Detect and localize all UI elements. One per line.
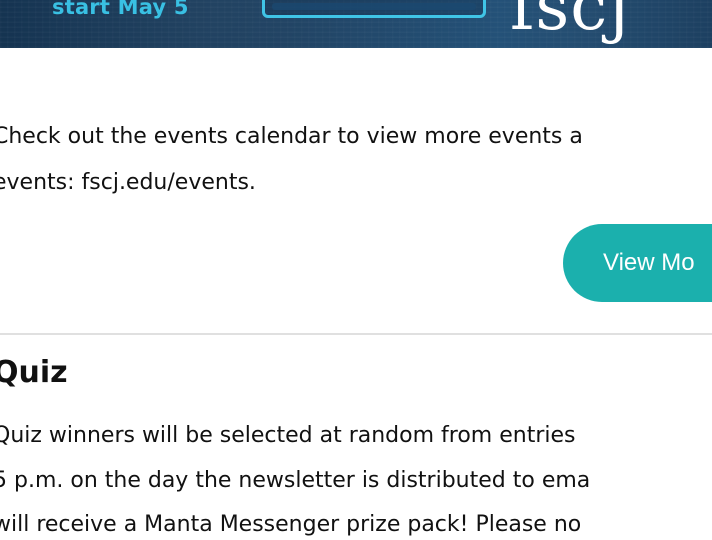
fscj-logo: fscj <box>510 0 630 45</box>
banner-cta-button[interactable] <box>262 0 486 18</box>
quiz-heading: Quiz <box>0 355 68 390</box>
promo-banner[interactable]: start May 5 fscj <box>0 0 712 48</box>
banner-date-text: start May 5 <box>52 0 189 19</box>
events-line: Check out the events calendar to view mo… <box>0 124 583 149</box>
section-divider <box>0 333 712 335</box>
newsletter-page: start May 5 fscj Check out the events ca… <box>0 0 712 540</box>
events-line: events: fscj.edu/events. <box>0 170 256 195</box>
events-description: Check out the events calendar to view mo… <box>0 114 712 206</box>
quiz-description: Quiz winners will be selected at random … <box>0 414 712 540</box>
quiz-line: 5 p.m. on the day the newsletter is dist… <box>0 467 591 493</box>
quiz-line: will receive a Manta Messenger prize pac… <box>0 512 582 537</box>
quiz-line: Quiz winners will be selected at random … <box>0 423 576 448</box>
view-more-button[interactable]: View Mo <box>563 224 712 302</box>
